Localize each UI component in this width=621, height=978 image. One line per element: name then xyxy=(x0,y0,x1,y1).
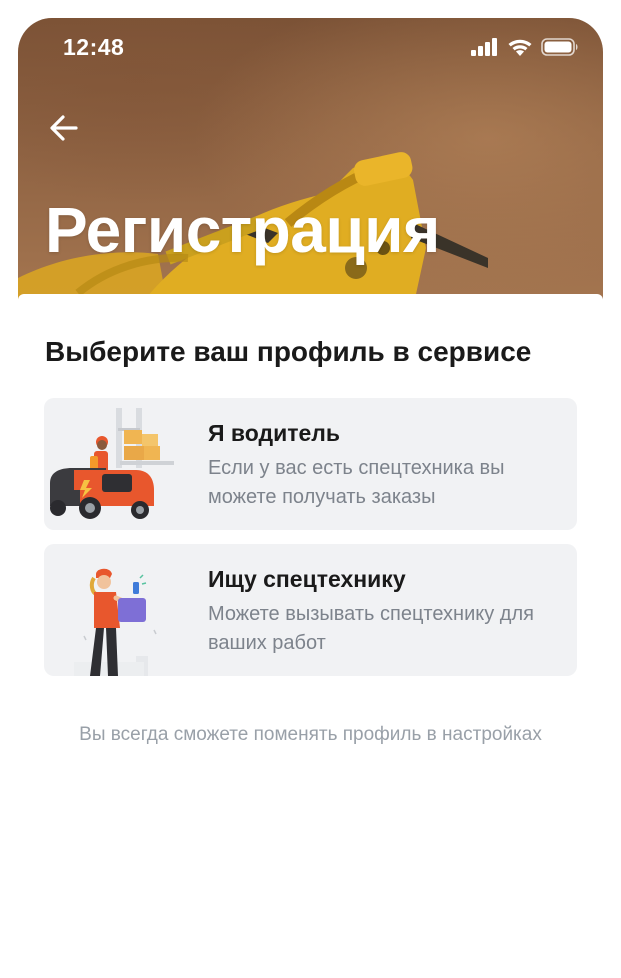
section-title: Выберите ваш профиль в сервисе xyxy=(45,336,532,367)
arrow-left-icon xyxy=(50,115,78,141)
customer-phone-illustration xyxy=(74,568,157,676)
back-button[interactable] xyxy=(46,110,82,146)
signal-icon xyxy=(471,38,497,56)
option-description: Если у вас есть спецтехника вы можете по… xyxy=(208,457,505,508)
battery-icon xyxy=(541,38,578,56)
wifi-icon xyxy=(508,39,532,56)
status-time: 12:48 xyxy=(63,34,125,60)
option-title: Ищу спецтехнику xyxy=(208,566,406,592)
app-screen: 12:48 Регистрация Выберите ваш профиль в… xyxy=(18,18,603,978)
status-icons xyxy=(471,36,579,58)
page-title: Регистрация xyxy=(45,194,440,266)
profile-option-driver[interactable]: Я водитель Если у вас есть спецтехника в… xyxy=(44,398,577,530)
settings-hint: Вы всегда сможете поменять профиль в нас… xyxy=(79,724,542,745)
forklift-driver-illustration xyxy=(50,408,174,519)
status-bar: 12:48 xyxy=(18,18,603,78)
option-description: Можете вызывать спецтехнику для ваших ра… xyxy=(208,603,534,654)
profile-option-customer[interactable]: Ищу спецтехнику Можете вызывать спецтехн… xyxy=(44,544,577,676)
option-title: Я водитель xyxy=(208,420,341,446)
content-sheet: Выберите ваш профиль в сервисе Я водител… xyxy=(18,294,603,978)
hero-header: 12:48 Регистрация xyxy=(18,18,603,308)
